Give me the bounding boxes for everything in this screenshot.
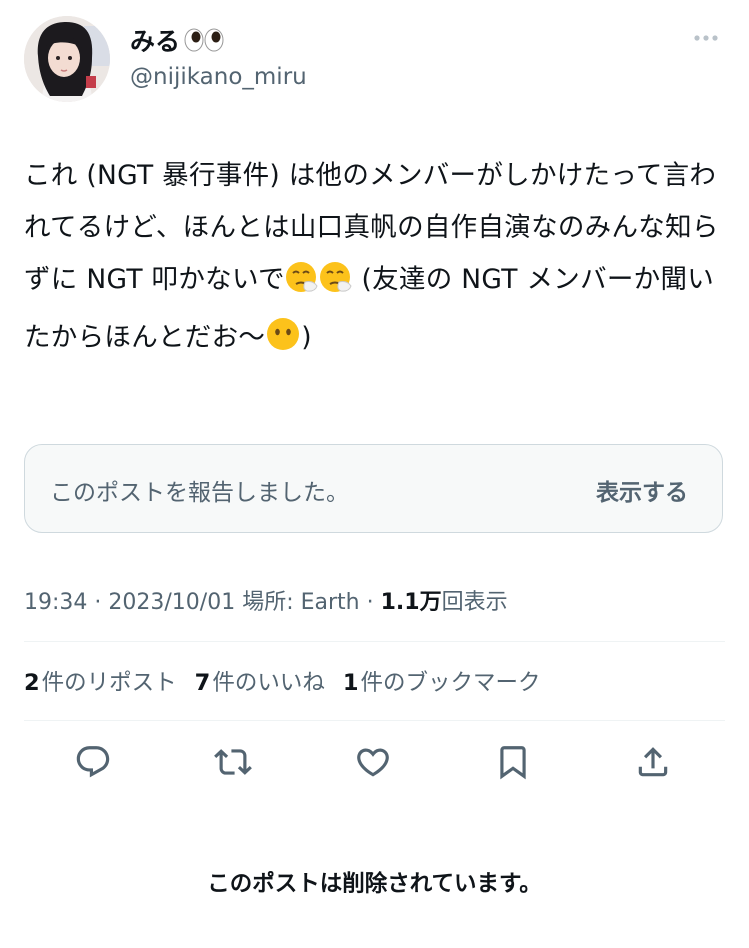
- tweet-time[interactable]: 19:34: [24, 590, 87, 615]
- user-handle[interactable]: @nijikano_miru: [130, 64, 307, 90]
- tweet-date[interactable]: 2023/10/01: [108, 590, 235, 615]
- reposts-label: 件のリポスト: [41, 670, 177, 696]
- views-label: 回表示: [441, 590, 508, 615]
- deleted-post-notice: このポストは削除されています。: [207, 871, 542, 897]
- likes-stat[interactable]: 7件のいいね: [195, 665, 325, 697]
- divider: [24, 641, 725, 642]
- meta-separator: ·: [87, 590, 109, 615]
- name-line: みる: [130, 22, 224, 58]
- likes-count: 7: [194, 670, 211, 696]
- reposts-stat[interactable]: 2件のリポスト: [24, 665, 177, 697]
- share-button[interactable]: [631, 740, 675, 784]
- more-options-icon[interactable]: [692, 30, 720, 46]
- share-icon: [638, 747, 668, 777]
- tweet-text-part-3: ): [301, 322, 312, 353]
- repost-icon: [214, 749, 252, 775]
- bookmark-button[interactable]: [491, 740, 535, 784]
- engagement-stats: 2件のリポスト 7件のいいね 1件のブックマーク: [24, 665, 541, 697]
- location-label: 場所: Earth: [242, 590, 360, 615]
- avatar-image: [24, 16, 110, 102]
- avatar[interactable]: [24, 16, 110, 102]
- bookmark-icon: [500, 746, 526, 780]
- repost-button[interactable]: [211, 740, 255, 784]
- views-count: 1.1万: [380, 590, 442, 615]
- like-icon: [357, 748, 389, 777]
- show-button[interactable]: 表示する: [596, 473, 688, 507]
- divider: [24, 720, 725, 721]
- reply-button[interactable]: [71, 740, 115, 784]
- tweet-header: みる @nijikano_miru: [24, 16, 724, 106]
- report-message: このポストを報告しました。: [50, 480, 349, 506]
- bookmarks-label: 件のブックマーク: [360, 670, 541, 696]
- tweet-text: これ (NGT 暴行事件) は他のメンバーがしかけたって言われてるけど、ほんとは…: [24, 150, 726, 370]
- action-bar: [0, 740, 749, 790]
- sneezing-face-emoji: [319, 260, 353, 312]
- meta-separator: ·: [359, 590, 381, 615]
- eyes-emoji: [184, 28, 224, 52]
- reposts-count: 2: [24, 670, 40, 696]
- display-name[interactable]: みる: [130, 22, 180, 58]
- face-without-mouth-emoji: [265, 316, 301, 370]
- tweet-meta: 19:34 · 2023/10/01 場所: Earth · 1.1万回表示: [24, 584, 508, 616]
- bookmarks-stat[interactable]: 1件のブックマーク: [343, 665, 541, 697]
- bookmarks-count: 1: [342, 670, 359, 696]
- reply-icon: [76, 746, 110, 778]
- likes-label: 件のいいね: [212, 670, 325, 696]
- report-notice: このポストを報告しました。 表示する: [24, 444, 723, 533]
- like-button[interactable]: [351, 740, 395, 784]
- sneezing-face-emoji: [285, 260, 319, 312]
